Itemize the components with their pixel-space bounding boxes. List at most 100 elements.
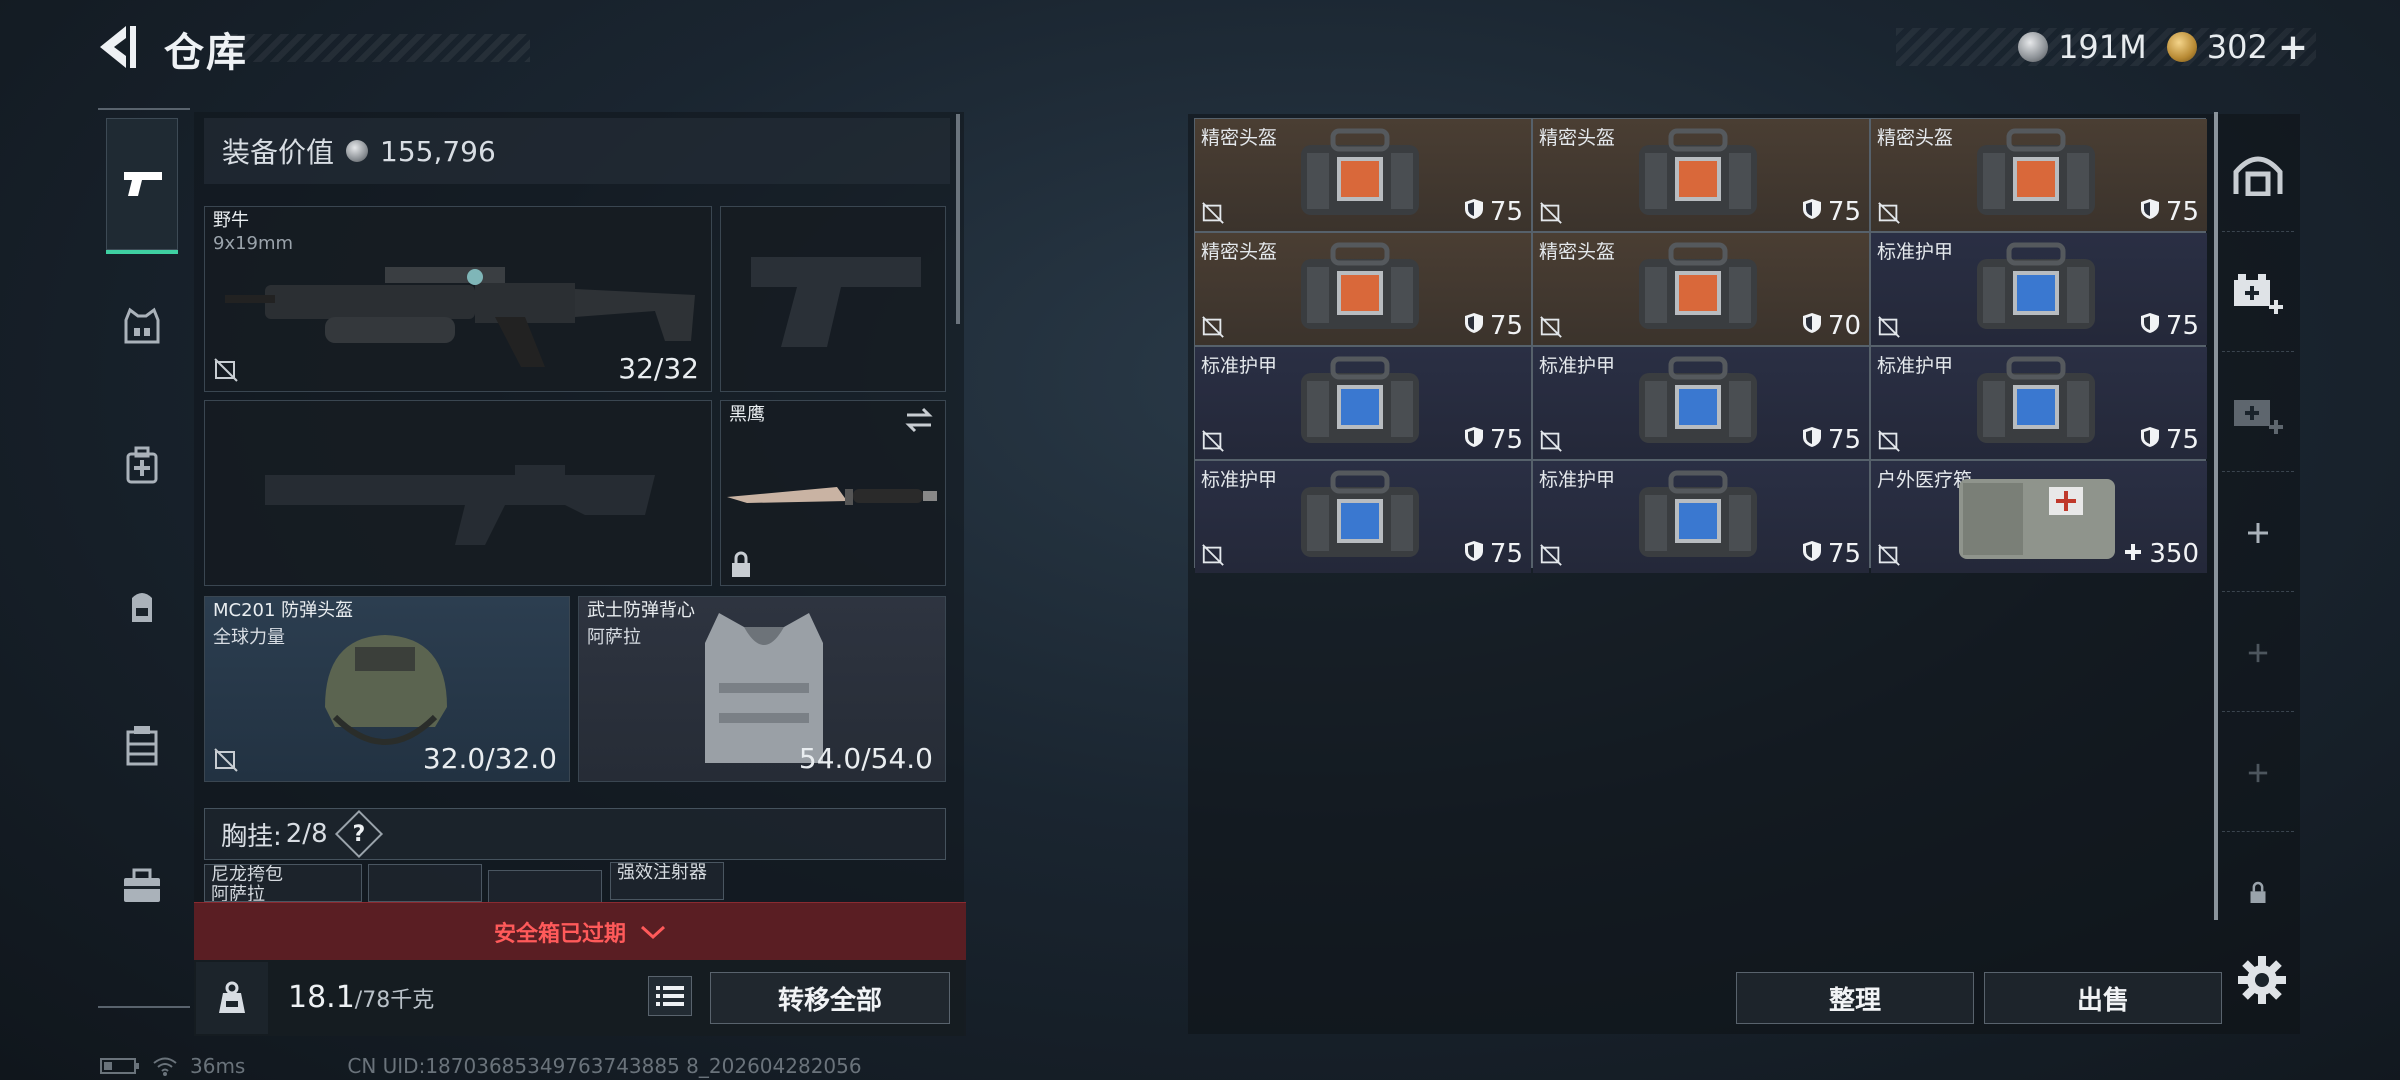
- stash-item[interactable]: 精密头盔 75: [1871, 119, 2207, 231]
- shield-icon: [1802, 197, 1822, 227]
- melee-slot[interactable]: 黑鹰: [720, 400, 946, 586]
- equipment-value: 装备价值 155,796: [204, 118, 950, 184]
- pistol-icon: [124, 172, 162, 196]
- currency-bar: 191M 302 +: [1896, 27, 2316, 68]
- stash-item[interactable]: 精密头盔 75: [1195, 119, 1531, 231]
- vest-name: 武士防弹背心: [587, 600, 695, 621]
- stash-item-value: 75: [1464, 311, 1523, 341]
- stash-item-value-text: 75: [1827, 539, 1861, 569]
- backpack-icon: [132, 593, 152, 622]
- bunker-icon: [2233, 156, 2283, 196]
- pistol-slot-empty[interactable]: [720, 206, 946, 392]
- knife-image: [727, 487, 937, 505]
- stash-grid: 精密头盔 75 精密头盔 75 精密头盔 75 精密头盔 75 精密头盔 70 标准护甲 75 标准护甲…: [1194, 118, 2207, 573]
- stash-item[interactable]: 户外医疗箱 350: [1871, 461, 2207, 573]
- stash-item[interactable]: 精密头盔 75: [1195, 233, 1531, 345]
- helmet-case-image: [1297, 127, 1423, 219]
- silver-coin-icon: [346, 140, 369, 162]
- battery-icon: [100, 1058, 139, 1074]
- chest-rig-count: 2/8: [285, 819, 328, 849]
- stash-item-value: 75: [2140, 197, 2199, 227]
- swap-icon[interactable]: [903, 407, 935, 433]
- stash-item-name: 精密头盔: [1201, 127, 1278, 149]
- primary-weapon-slot[interactable]: 野牛 9x19mm 32/32: [204, 206, 712, 392]
- shield-icon: [1802, 425, 1822, 455]
- tidy-button[interactable]: 整理: [1736, 972, 1974, 1024]
- silver-amount: 191M: [2058, 28, 2147, 66]
- no-insurance-icon: [1877, 315, 1901, 339]
- divider: [98, 108, 190, 110]
- stash-item-value: 75: [1464, 425, 1523, 455]
- list-view-button[interactable]: [648, 976, 692, 1016]
- shield-icon: [1464, 197, 1484, 227]
- settings-button[interactable]: [2236, 954, 2288, 1006]
- chest-rig-label: 胸挂:: [221, 821, 282, 852]
- no-insurance-icon: [1201, 201, 1225, 225]
- armor-case-image: [1635, 355, 1761, 447]
- stash-item-name: 标准护甲: [1201, 355, 1278, 377]
- armor-case-image: [1973, 355, 2099, 447]
- rig-item[interactable]: 强效注射器: [610, 862, 724, 900]
- secondary-weapon-slot-empty[interactable]: [204, 400, 712, 586]
- add-stash-tab-locked[interactable]: [2222, 714, 2294, 832]
- stash-item[interactable]: 标准护甲 75: [1871, 233, 2207, 345]
- add-stash-tab[interactable]: [2222, 474, 2294, 592]
- stash-item[interactable]: 标准护甲 75: [1533, 347, 1869, 459]
- vest-brand: 阿萨拉: [587, 627, 641, 648]
- stash-item-value: 75: [2140, 425, 2199, 455]
- no-insurance-icon: [1201, 315, 1225, 339]
- helmet-case-image: [1635, 127, 1761, 219]
- category-tools[interactable]: [106, 818, 178, 954]
- vest-slot[interactable]: 武士防弹背心 阿萨拉 54.0/54.0: [578, 596, 946, 782]
- category-backpack[interactable]: [106, 538, 178, 674]
- help-icon: ?: [352, 821, 365, 847]
- stash-tab-medical[interactable]: [2222, 234, 2294, 352]
- shield-icon: [1802, 311, 1822, 341]
- add-stash-tab-locked[interactable]: [2222, 594, 2294, 712]
- stash-tab-medical-2[interactable]: [2222, 354, 2294, 472]
- safe-box-banner[interactable]: 安全箱已过期: [194, 902, 966, 960]
- add-gold-button[interactable]: +: [2278, 27, 2308, 68]
- stash-item-value: 70: [1802, 311, 1861, 341]
- stash-item[interactable]: 标准护甲 75: [1871, 347, 2207, 459]
- rig-slot-empty[interactable]: [368, 864, 482, 902]
- stash-item-value: 75: [1464, 539, 1523, 569]
- stash-item-name: 精密头盔: [1877, 127, 1954, 149]
- stash-item[interactable]: 精密头盔 75: [1533, 119, 1869, 231]
- category-sidebar: [98, 108, 190, 1008]
- stash-item[interactable]: 标准护甲 75: [1195, 347, 1531, 459]
- stash-lock-toggle[interactable]: [2222, 834, 2294, 952]
- add-medical-case-icon: [2234, 273, 2283, 314]
- armor-case-image: [1297, 355, 1423, 447]
- pistol-silhouette-icon: [751, 257, 921, 347]
- stash-item-value: 75: [1802, 197, 1861, 227]
- divider: [98, 1006, 190, 1008]
- currency-silver[interactable]: 191M: [2018, 28, 2147, 66]
- chevron-down-icon: [640, 925, 666, 939]
- stash-item[interactable]: 标准护甲 75: [1533, 461, 1869, 573]
- stash-item-value-text: 70: [1827, 311, 1861, 341]
- stash-tab-bunker[interactable]: [2222, 114, 2294, 232]
- transfer-all-button[interactable]: 转移全部: [710, 972, 950, 1024]
- stash-item-value-text: 75: [1489, 539, 1523, 569]
- weight-max: /78千克: [354, 988, 435, 1013]
- stash-item[interactable]: 标准护甲 75: [1195, 461, 1531, 573]
- category-armor[interactable]: [106, 258, 178, 394]
- category-weapons[interactable]: [106, 118, 178, 254]
- category-container[interactable]: [106, 678, 178, 814]
- equip-value-amount: 155,796: [380, 134, 496, 168]
- armor-case-image: [1297, 469, 1423, 561]
- currency-gold[interactable]: 302 +: [2166, 27, 2308, 68]
- no-insurance-icon: [1877, 201, 1901, 225]
- no-insurance-icon: [1201, 429, 1225, 453]
- help-button[interactable]: ?: [334, 809, 383, 859]
- back-button[interactable]: [96, 22, 142, 72]
- category-medical[interactable]: [106, 398, 178, 534]
- helmet-slot[interactable]: MC201 防弹头盔 全球力量 32.0/32.0: [204, 596, 570, 782]
- stash-item[interactable]: 精密头盔 70: [1533, 233, 1869, 345]
- shield-icon: [1802, 539, 1822, 569]
- sell-button[interactable]: 出售: [1984, 972, 2222, 1024]
- rig-item[interactable]: 尼龙挎包 阿萨拉: [204, 864, 362, 902]
- loadout-scrollbar[interactable]: [956, 114, 960, 324]
- shield-icon: [2140, 197, 2160, 227]
